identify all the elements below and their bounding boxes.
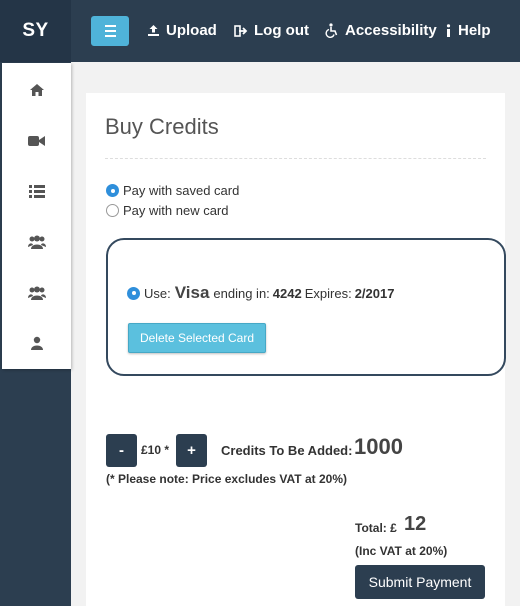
saved-card-radio[interactable] [127, 286, 140, 300]
card-expiry: 2/2017 [354, 286, 395, 301]
nav-logout[interactable]: Log out [234, 22, 309, 39]
info-icon [445, 24, 452, 37]
sidebar-item-profile[interactable] [2, 336, 71, 355]
pay-new-card-option[interactable]: Pay with new card [106, 203, 229, 218]
nav-accessibility-label: Accessibility [345, 22, 437, 39]
sidebar-item-teams[interactable] [2, 286, 71, 305]
submit-payment-button[interactable]: Submit Payment [355, 565, 485, 599]
nav-upload-label: Upload [166, 22, 217, 39]
use-label: Use: [144, 286, 171, 301]
credit-price: £10 * [141, 443, 170, 457]
hamburger-icon [104, 25, 116, 27]
ending-label: ending in: [213, 286, 270, 301]
page-title: Buy Credits [105, 114, 219, 139]
credits-to-add-value: 1000 [354, 434, 403, 459]
total-value: 12 [404, 513, 427, 535]
pay-saved-card-label: Pay with saved card [123, 183, 240, 198]
saved-card-box [106, 238, 506, 376]
sidebar-item-home[interactable] [2, 83, 71, 102]
pay-new-card-label: Pay with new card [123, 203, 229, 218]
credits-to-add-label: Credits To Be Added: [221, 443, 353, 458]
pay-saved-card-radio[interactable] [106, 184, 119, 197]
decrease-credits-button[interactable]: - [106, 434, 137, 467]
wheelchair-icon [325, 23, 339, 38]
group-icon [27, 235, 46, 254]
video-camera-icon [28, 134, 45, 152]
brand-logo[interactable]: SY [0, 0, 71, 62]
sidebar-item-groups[interactable] [2, 235, 71, 254]
menu-toggle-button[interactable] [91, 16, 129, 46]
inc-vat-note: (Inc VAT at 20%) [355, 544, 448, 558]
card-last4: 4242 [272, 286, 302, 301]
total-label: Total: £ [355, 521, 397, 535]
list-icon [28, 185, 45, 203]
delete-card-button[interactable]: Delete Selected Card [128, 323, 266, 353]
home-icon [29, 83, 45, 102]
user-icon [30, 336, 44, 355]
nav-accessibility[interactable]: Accessibility [325, 22, 437, 39]
pay-new-card-radio[interactable] [106, 204, 119, 217]
nav-help-label: Help [458, 22, 491, 39]
increase-credits-button[interactable]: + [176, 434, 207, 467]
card-brand: Visa [174, 283, 210, 302]
saved-card-row[interactable]: Use: Visa ending in: 4242 Expires: 2/201… [127, 283, 397, 303]
sidebar-item-list[interactable] [2, 185, 71, 203]
upload-icon [147, 24, 160, 37]
nav-upload[interactable]: Upload [147, 22, 217, 39]
sidebar-item-video[interactable] [2, 134, 71, 152]
nav-help[interactable]: Help [445, 22, 491, 39]
sidebar-menu [2, 63, 71, 369]
pay-saved-card-option[interactable]: Pay with saved card [106, 183, 239, 198]
vat-note: (* Please note: Price excludes VAT at 20… [106, 472, 347, 486]
nav-logout-label: Log out [254, 22, 309, 39]
divider [105, 158, 486, 159]
sign-out-icon [234, 24, 248, 37]
group-icon [27, 286, 46, 305]
expires-label: Expires: [304, 286, 352, 301]
